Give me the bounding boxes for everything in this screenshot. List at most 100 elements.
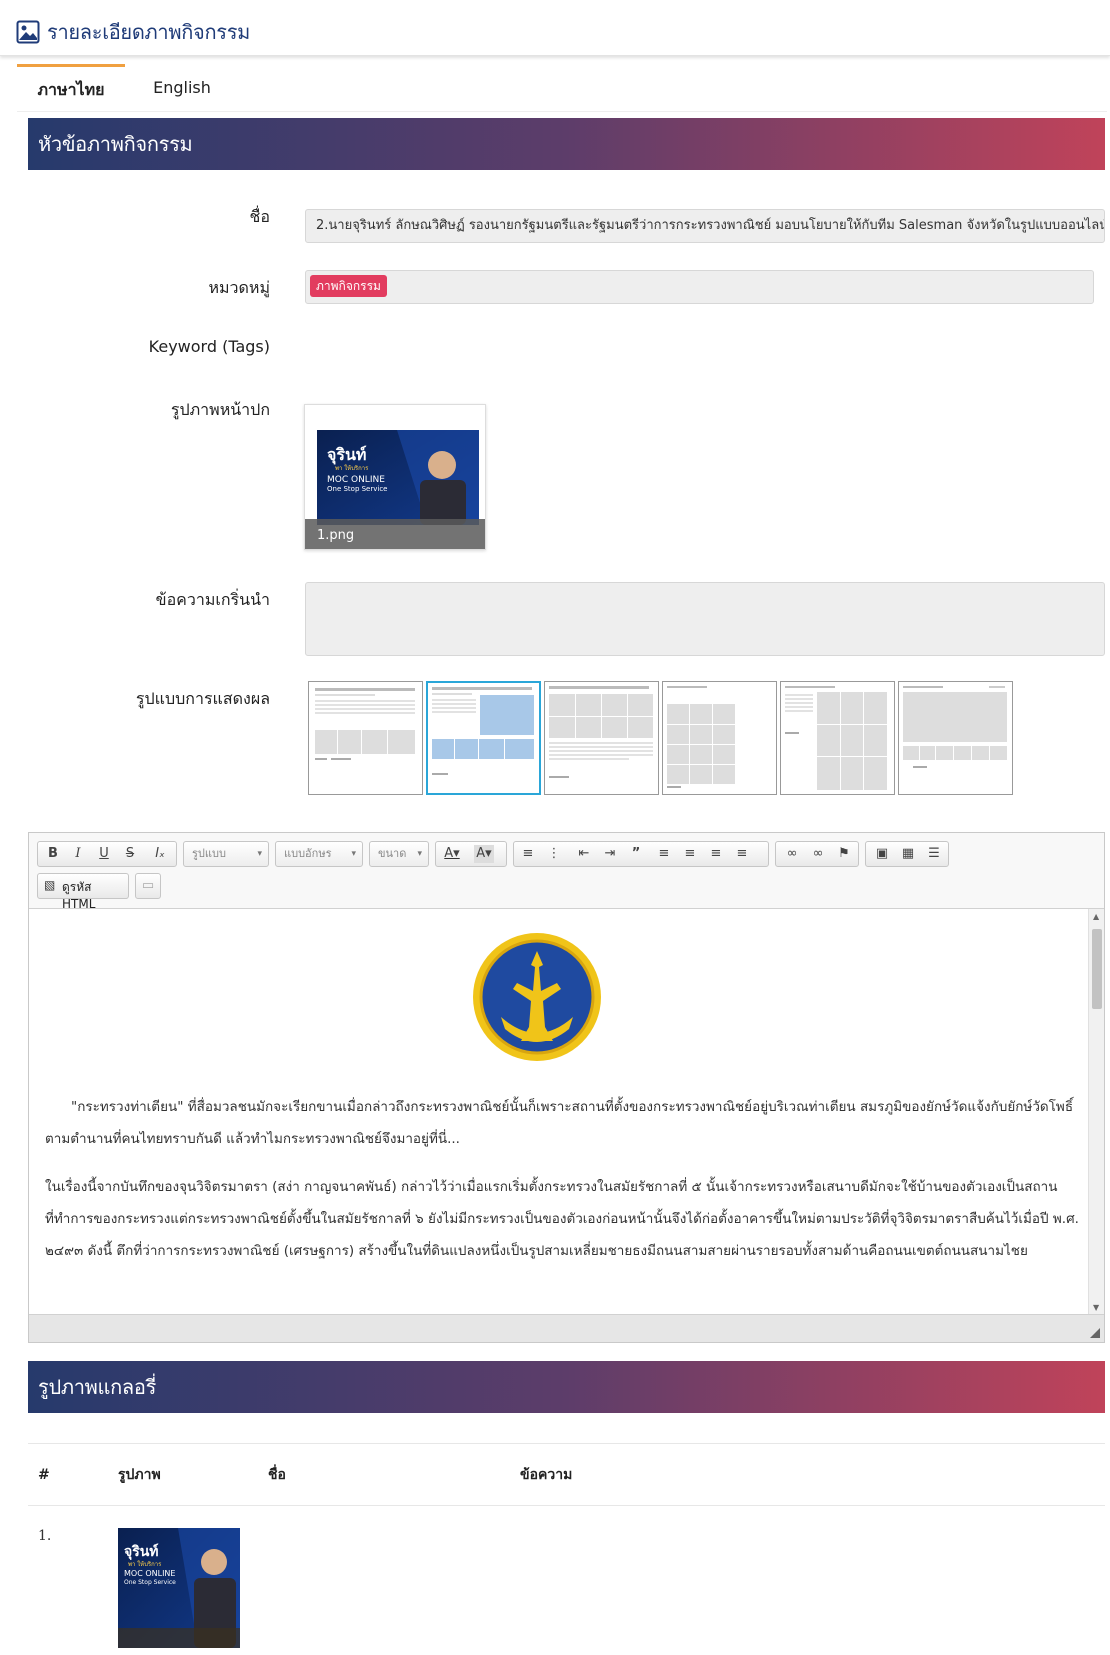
editor-statusbar [29, 1314, 1104, 1342]
editor-resize-icon[interactable] [1090, 1328, 1100, 1338]
cover-filename: 1.png [305, 519, 485, 549]
cover-label: รูปภาพหน้าปก [170, 400, 270, 419]
align-center-icon[interactable]: ≡ [680, 845, 700, 863]
row-image-cell: จุรินท์ พา ให้บริการ MOC ONLINE One Stop… [108, 1506, 258, 1655]
layout-option-5[interactable] [780, 681, 895, 795]
tab-thai[interactable]: ภาษาไทย [17, 64, 125, 112]
italic-icon[interactable]: I [68, 845, 88, 863]
image-insert-icon[interactable]: ▣ [872, 845, 892, 863]
source-icon: ▧ [44, 878, 56, 892]
layout-option-2[interactable] [426, 681, 541, 795]
layout-preview-icon [785, 686, 887, 790]
size-select[interactable]: ขนาด ▾ [369, 841, 429, 867]
horizontal-rule-icon[interactable]: ☰ [924, 845, 944, 863]
content-paragraph-1: "กระทรวงท่าเตียน" ที่สื่อมวลชนมักจะเรียก… [45, 1099, 1074, 1147]
thumb-line3: One Stop Service [327, 485, 388, 493]
maximize-button[interactable]: ▭ [135, 873, 161, 899]
layout-label: รูปแบบการแสดงผล [135, 689, 270, 708]
thumb-line2: MOC ONLINE [124, 1569, 175, 1578]
keyword-label: Keyword (Tags) [148, 337, 270, 356]
layout-option-6[interactable] [898, 681, 1013, 795]
anchor-flag-icon[interactable]: ⚑ [834, 845, 854, 863]
page-header: รายละเอียดภาพกิจกรรม [0, 0, 1110, 56]
insert-group: ▣ ▦ ☰ [865, 841, 949, 867]
link-icon[interactable]: ∞ [782, 845, 802, 863]
align-justify-icon[interactable]: ≡ [732, 845, 752, 863]
align-right-icon[interactable]: ≡ [706, 845, 726, 863]
thumb-title-text: จุรินท์ [124, 1543, 159, 1560]
col-image: รูปภาพ [108, 1443, 258, 1506]
scroll-down-icon[interactable]: ▼ [1093, 1303, 1099, 1312]
scroll-up-icon[interactable]: ▲ [1093, 912, 1099, 921]
language-tabs: ภาษาไทย English [17, 64, 1107, 112]
section-header-gallery: รูปภาพแกลอรี่ [28, 1361, 1105, 1413]
thumb-line2: MOC ONLINE [327, 475, 385, 485]
layout-preview-icon [315, 688, 415, 760]
layout-option-1[interactable] [308, 681, 423, 795]
table-icon[interactable]: ▦ [898, 845, 918, 863]
font-select[interactable]: แบบอักษร ▾ [275, 841, 363, 867]
name-field[interactable]: 2.นายจุรินทร์ ลักษณวิศิษฏ์ รองนายกรัฐมนต… [305, 209, 1105, 243]
cover-image-card[interactable]: จุรินท์ พา ให้บริการ MOC ONLINE One Stop… [304, 404, 486, 550]
row-text [510, 1506, 1105, 1655]
link-group: ∞ ∞ ⚑ [775, 841, 859, 867]
bold-icon[interactable]: B [43, 845, 63, 863]
editor-content[interactable]: "กระทรวงท่าเตียน" ที่สื่อมวลชนมักจะเรียก… [29, 909, 1089, 1315]
editor-toolbar: B I U S Iₓ รูปแบบ ▾ แบบอักษร ▾ ขนาด ▾ A▾ A▾… [29, 833, 1104, 911]
layout-preview-icon [667, 686, 735, 788]
source-label: ดูรหัส HTML [62, 880, 96, 911]
paragraph-group: ≡ ⋮ ⇤ ⇥ ” ≡ ≡ ≡ ≡ [513, 841, 769, 867]
source-button[interactable]: ▧ ดูรหัส HTML [37, 873, 129, 911]
align-left-icon[interactable]: ≡ [654, 845, 674, 863]
scrollbar-thumb[interactable] [1092, 929, 1102, 1009]
size-placeholder: ขนาด [378, 847, 407, 860]
strikethrough-icon[interactable]: S [120, 845, 140, 863]
chevron-down-icon: ▾ [257, 849, 262, 859]
format-select[interactable]: รูปแบบ ▾ [183, 841, 269, 867]
content-paragraph-2: ในเรื่องนี้จากบันทึกของจุนวิจิตรมาตรา (ส… [45, 1179, 1079, 1259]
layout-preview-icon [903, 686, 1007, 768]
underline-icon[interactable]: U [94, 845, 114, 863]
row-index: 1. [38, 1528, 52, 1544]
thumb-line3: One Stop Service [124, 1579, 176, 1586]
decrease-indent-icon[interactable]: ⇤ [574, 845, 594, 863]
intro-textarea[interactable] [305, 582, 1105, 656]
thumb-line1: พา ให้บริการ [335, 464, 369, 472]
category-badge: ภาพกิจกรรม [310, 274, 387, 297]
row-name [258, 1506, 510, 1655]
bulleted-list-icon[interactable]: ⋮ [544, 845, 564, 863]
gallery-table: # รูปภาพ ชื่อ ข้อความ 1. จุรินท์ พา ให้บ… [28, 1443, 1105, 1655]
increase-indent-icon[interactable]: ⇥ [600, 845, 620, 863]
gallery-thumbnail[interactable]: จุรินท์ พา ให้บริการ MOC ONLINE One Stop… [118, 1528, 240, 1648]
layout-option-4[interactable] [662, 681, 777, 795]
page-title: รายละเอียดภาพกิจกรรม [47, 20, 251, 44]
basic-styles-group: B I U S Iₓ [37, 841, 177, 867]
category-label: หมวดหมู่ [208, 278, 270, 297]
rich-text-editor[interactable]: B I U S Iₓ รูปแบบ ▾ แบบอักษร ▾ ขนาด ▾ A▾ A▾… [28, 832, 1105, 1343]
col-name: ชื่อ [258, 1443, 510, 1506]
tab-english[interactable]: English [142, 64, 222, 112]
layout-preview-icon [432, 687, 534, 775]
col-index: # [28, 1443, 108, 1506]
color-group: A▾ A▾ [435, 841, 507, 867]
editor-scrollbar[interactable]: ▲ ▼ [1088, 909, 1104, 1315]
intro-label: ข้อความเกริ่นนำ [155, 590, 270, 609]
table-row: 1. จุรินท์ พา ให้บริการ MOC ONLINE One S… [28, 1506, 1105, 1655]
gallery-header-row: # รูปภาพ ชื่อ ข้อความ [28, 1443, 1105, 1506]
chevron-down-icon: ▾ [417, 849, 422, 859]
category-field[interactable]: ภาพกิจกรรม [305, 270, 1094, 304]
text-color-icon[interactable]: A▾ [442, 845, 462, 863]
thumb-line1: พา ให้บริการ [128, 1560, 162, 1568]
blockquote-icon[interactable]: ” [626, 845, 646, 863]
background-color-icon[interactable]: A▾ [474, 845, 494, 863]
numbered-list-icon[interactable]: ≡ [518, 845, 538, 863]
remove-format-icon[interactable]: Iₓ [150, 845, 170, 863]
page: รายละเอียดภาพกิจกรรม ภาษาไทย English หัว… [0, 0, 1110, 1655]
chevron-down-icon: ▾ [351, 849, 356, 859]
unlink-icon[interactable]: ∞ [808, 845, 828, 863]
thumb-title-text: จุรินท์ [327, 445, 366, 465]
image-icon [16, 20, 40, 44]
layout-preview-icon [549, 686, 653, 778]
layout-option-3[interactable] [544, 681, 659, 795]
maximize-icon: ▭ [141, 878, 155, 893]
